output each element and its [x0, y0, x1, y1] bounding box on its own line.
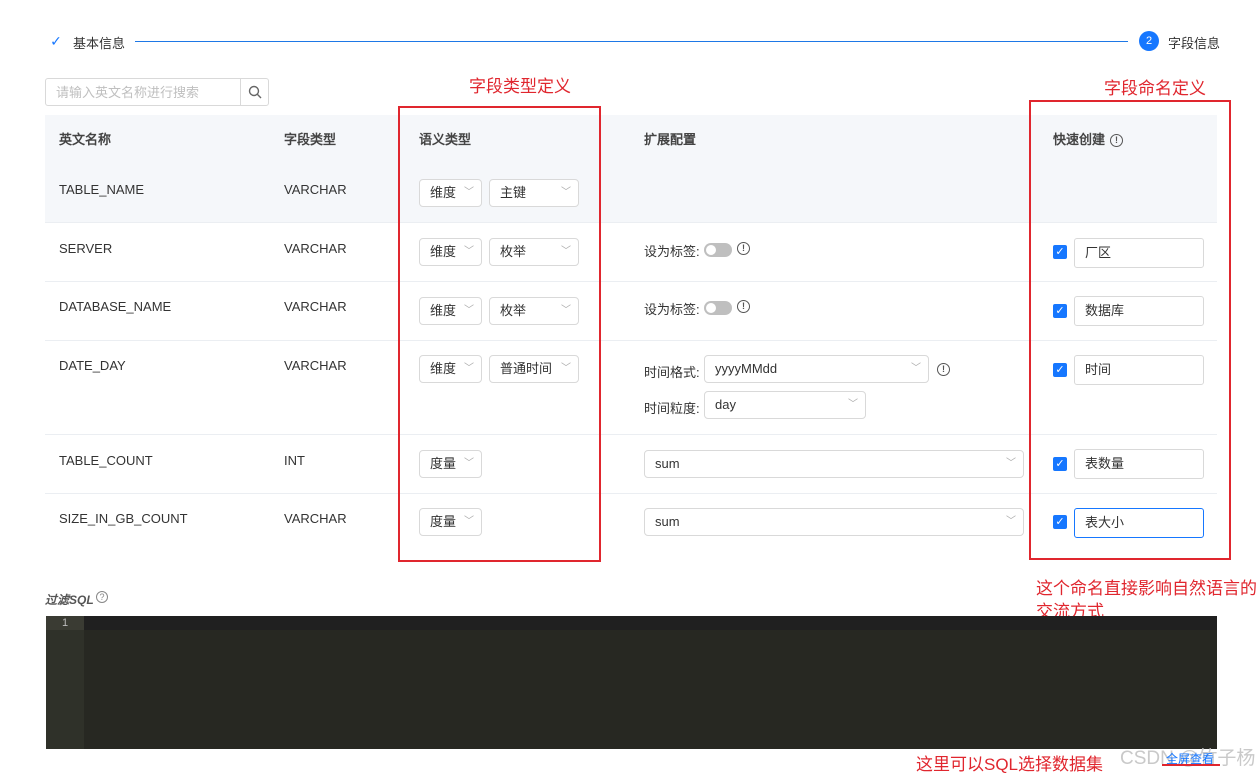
chevron-down-icon: ﹀: [1006, 516, 1016, 527]
header-field-type: 字段类型: [284, 132, 337, 147]
aggregation-select[interactable]: sum ﹀: [644, 450, 1024, 478]
chevron-down-icon: ﹀: [911, 363, 921, 374]
field-type: VARCHAR: [284, 511, 347, 526]
info-icon[interactable]: !: [737, 300, 750, 313]
field-name: DATE_DAY: [59, 358, 126, 373]
search-button[interactable]: [240, 79, 268, 105]
sql-editor[interactable]: 1: [46, 616, 1217, 749]
help-icon[interactable]: ?: [96, 591, 108, 603]
time-grain-value: day: [715, 397, 736, 412]
step-1-label[interactable]: 基本信息: [73, 33, 125, 52]
annotation-box-type: [398, 106, 601, 562]
tag-switch[interactable]: [704, 243, 732, 257]
tag-label: 设为标签:: [644, 302, 700, 317]
aggregation-value: sum: [655, 514, 680, 529]
step-done-check-icon: ✓: [50, 32, 62, 49]
field-type: VARCHAR: [284, 182, 347, 197]
field-name: TABLE_NAME: [59, 182, 145, 197]
step-2-number: 2: [1139, 31, 1159, 51]
time-format-value: yyyyMMdd: [715, 361, 778, 376]
aggregation-value: sum: [655, 456, 680, 471]
aggregation-select[interactable]: sum ﹀: [644, 508, 1024, 536]
field-type: VARCHAR: [284, 299, 347, 314]
header-english-name: 英文名称: [59, 132, 112, 147]
info-icon[interactable]: !: [937, 363, 950, 376]
chevron-down-icon: ﹀: [1006, 458, 1016, 469]
annotation-name-def: 字段命名定义: [1104, 79, 1206, 98]
step-connector: [135, 41, 1128, 42]
field-name: SIZE_IN_GB_COUNT: [59, 511, 188, 526]
editor-gutter: [46, 616, 84, 749]
search-icon: [248, 85, 261, 99]
field-type: INT: [284, 453, 305, 468]
step-2-label[interactable]: 字段信息: [1168, 33, 1220, 52]
field-type: VARCHAR: [284, 241, 347, 256]
tag-switch[interactable]: [704, 301, 732, 315]
time-grain-label: 时间粒度:: [644, 401, 700, 416]
annotation-sql-note: 这里可以SQL选择数据集: [916, 755, 1104, 774]
line-number: 1: [46, 616, 84, 630]
filter-sql-label: 过滤SQL: [45, 593, 94, 607]
annotation-box-name: [1029, 100, 1231, 560]
annotation-type-def: 字段类型定义: [469, 77, 571, 96]
field-type: VARCHAR: [284, 358, 347, 373]
header-extension-config: 扩展配置: [644, 132, 697, 147]
tag-label: 设为标签:: [644, 244, 700, 259]
search-input[interactable]: [46, 79, 240, 105]
annotation-name-note-1: 这个命名直接影响自然语言的: [1036, 579, 1257, 598]
time-grain-select[interactable]: day ﹀: [704, 391, 866, 419]
field-name: TABLE_COUNT: [59, 453, 153, 468]
search-box: [45, 78, 269, 106]
annotation-underline: [1162, 764, 1220, 766]
field-name: SERVER: [59, 241, 113, 256]
time-format-select[interactable]: yyyyMMdd ﹀: [704, 355, 929, 383]
time-format-label: 时间格式:: [644, 365, 700, 380]
editor-active-line[interactable]: [84, 616, 1217, 630]
field-name: DATABASE_NAME: [59, 299, 172, 314]
info-icon[interactable]: !: [737, 242, 750, 255]
chevron-down-icon: ﹀: [848, 399, 858, 410]
